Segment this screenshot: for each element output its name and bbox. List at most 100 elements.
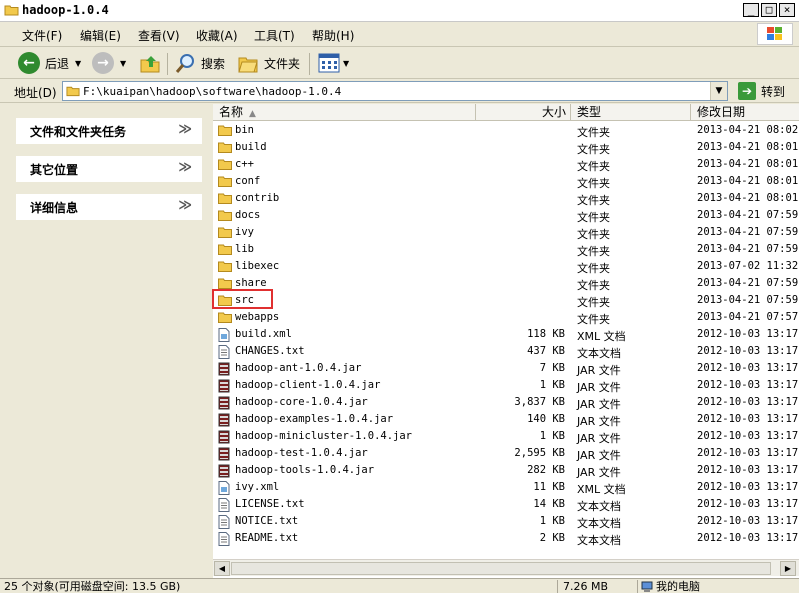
- file-name: conf: [235, 175, 261, 187]
- file-type: 文件夹: [577, 313, 610, 326]
- column-type[interactable]: 类型: [571, 104, 691, 121]
- status-objects: 25 个对象(可用磁盘空间: 13.5 GB): [4, 580, 181, 593]
- file-row[interactable]: hadoop-examples-1.0.4.jar 140 KB JAR 文件 201…: [213, 411, 799, 428]
- file-date: 2013-04-21 08:01: [697, 141, 799, 153]
- menu-favorites[interactable]: 收藏(A): [196, 27, 238, 44]
- status-location: 我的电脑: [641, 580, 700, 593]
- minimize-button[interactable]: _: [743, 3, 759, 17]
- file-row[interactable]: hadoop-client-1.0.4.jar 1 KB JAR 文件 2012-10…: [213, 377, 799, 394]
- column-size[interactable]: 大小: [476, 104, 571, 121]
- folder-row[interactable]: webapps 文件夹 2013-04-21 07:57: [213, 309, 799, 326]
- file-date: 2013-04-21 07:59: [697, 277, 799, 289]
- file-type: XML 文档: [577, 483, 626, 496]
- file-size: 1 KB: [539, 430, 565, 442]
- file-date: 2012-10-03 13:17: [697, 379, 799, 391]
- chevron-down-icon[interactable]: ≫: [178, 160, 192, 175]
- file-size: 282 KB: [527, 464, 565, 476]
- folders-label: 文件夹: [264, 56, 301, 71]
- file-name: ivy: [235, 226, 254, 238]
- up-folder-button[interactable]: [139, 51, 161, 75]
- file-row[interactable]: build.xml 118 KB XML 文档 2012-10-03 13:17: [213, 326, 799, 343]
- folder-row[interactable]: build 文件夹 2013-04-21 08:01: [213, 139, 799, 156]
- folder-row[interactable]: src 文件夹 2013-04-21 07:59: [212, 289, 799, 309]
- folder-icon: [218, 158, 232, 173]
- folder-row[interactable]: lib 文件夹 2013-04-21 07:59: [213, 241, 799, 258]
- scroll-thumb[interactable]: [231, 562, 771, 575]
- menu-edit[interactable]: 编辑(E): [80, 27, 121, 44]
- up-folder-icon: [140, 56, 160, 73]
- folder-row[interactable]: conf 文件夹 2013-04-21 08:01: [213, 173, 799, 190]
- file-row[interactable]: hadoop-tools-1.0.4.jar 282 KB JAR 文件 2012-1…: [213, 462, 799, 479]
- file-name: LICENSE.txt: [235, 498, 305, 510]
- folder-row[interactable]: share 文件夹 2013-04-21 07:59: [213, 275, 799, 292]
- chevron-down-icon[interactable]: ≫: [178, 198, 192, 213]
- column-name[interactable]: 名称 ▲: [213, 104, 476, 121]
- file-row[interactable]: hadoop-test-1.0.4.jar 2,595 KB JAR 文件 2012-…: [213, 445, 799, 462]
- toolbar-separator: [167, 53, 168, 75]
- file-row[interactable]: LICENSE.txt 14 KB 文本文档 2012-10-03 13:17: [213, 496, 799, 513]
- file-type: 文件夹: [577, 228, 610, 241]
- folder-row[interactable]: contrib 文件夹 2013-04-21 08:01: [213, 190, 799, 207]
- menu-file[interactable]: 文件(F): [22, 27, 62, 44]
- folders-button[interactable]: 文件夹: [237, 51, 300, 75]
- file-type: 文件夹: [577, 211, 610, 224]
- folder-row[interactable]: c++ 文件夹 2013-04-21 08:01: [213, 156, 799, 173]
- column-date[interactable]: 修改日期: [691, 104, 799, 121]
- task-title: 文件和文件夹任务: [30, 124, 127, 139]
- folder-row[interactable]: docs 文件夹 2013-04-21 07:59: [213, 207, 799, 224]
- file-row[interactable]: hadoop-core-1.0.4.jar 3,837 KB JAR 文件 2012-…: [213, 394, 799, 411]
- file-name: hadoop-core-1.0.4.jar: [235, 396, 368, 408]
- task-other-places[interactable]: 其它位置 ≫: [16, 156, 202, 182]
- file-row[interactable]: README.txt 2 KB 文本文档 2012-10-03 13:17: [213, 530, 799, 547]
- close-button[interactable]: ×: [779, 3, 795, 17]
- maximize-button[interactable]: □: [761, 3, 777, 17]
- file-size: 14 KB: [533, 498, 565, 510]
- address-dropdown-button[interactable]: ▼: [710, 82, 727, 100]
- task-file-folder-tasks[interactable]: 文件和文件夹任务 ≫: [16, 118, 202, 144]
- file-date: 2013-04-21 08:01: [697, 175, 799, 187]
- file-row[interactable]: ivy.xml 11 KB XML 文档 2012-10-03 13:17: [213, 479, 799, 496]
- go-button[interactable]: ➔ 转到: [738, 81, 785, 101]
- back-button[interactable]: ← 后退 ▼: [18, 51, 81, 75]
- folder-row[interactable]: ivy 文件夹 2013-04-21 07:59: [213, 224, 799, 241]
- file-type: 文本文档: [577, 347, 621, 360]
- views-button[interactable]: ▼: [318, 51, 349, 75]
- address-input[interactable]: F:\kuaipan\hadoop\software\hadoop-1.0.4 …: [62, 81, 728, 101]
- back-arrow-icon: ←: [18, 52, 40, 74]
- file-type: 文件夹: [577, 296, 610, 309]
- file-date: 2012-10-03 13:17: [697, 464, 799, 476]
- file-type: 文本文档: [577, 500, 621, 513]
- file-type: JAR 文件: [577, 466, 621, 479]
- folder-row[interactable]: bin 文件夹 2013-04-21 08:02: [213, 122, 799, 139]
- folder-icon: [218, 311, 232, 326]
- file-size: 1 KB: [539, 515, 565, 527]
- horizontal-scrollbar[interactable]: ◀ ▶: [213, 559, 799, 576]
- status-location-label: 我的电脑: [656, 580, 700, 593]
- menu-view[interactable]: 查看(V): [138, 27, 180, 44]
- search-button[interactable]: 搜索: [175, 51, 225, 75]
- window-controls: _ □ ×: [743, 3, 795, 17]
- task-details[interactable]: 详细信息 ≫: [16, 194, 202, 220]
- file-name: hadoop-examples-1.0.4.jar: [235, 413, 394, 425]
- file-date: 2012-10-03 13:17: [697, 328, 799, 340]
- folder-icon: [218, 209, 232, 224]
- file-type: 文件夹: [577, 177, 610, 190]
- menu-tools[interactable]: 工具(T): [254, 27, 295, 44]
- file-date: 2013-04-21 08:01: [697, 158, 799, 170]
- forward-button[interactable]: → ▼: [92, 51, 126, 75]
- task-pane: 文件和文件夹任务 ≫ 其它位置 ≫ 详细信息 ≫: [0, 104, 213, 578]
- file-name: README.txt: [235, 532, 299, 544]
- file-date: 2013-04-21 07:59: [697, 209, 799, 221]
- menu-help[interactable]: 帮助(H): [312, 27, 354, 44]
- folder-row[interactable]: libexec 文件夹 2013-07-02 11:32: [213, 258, 799, 275]
- file-date: 2013-04-21 07:59: [697, 243, 799, 255]
- scroll-right-button[interactable]: ▶: [780, 561, 796, 576]
- file-row[interactable]: hadoop-ant-1.0.4.jar 7 KB JAR 文件 2012-10-03…: [213, 360, 799, 377]
- file-row[interactable]: NOTICE.txt 1 KB 文本文档 2012-10-03 13:17: [213, 513, 799, 530]
- file-row[interactable]: hadoop-minicluster-1.0.4.jar 1 KB JAR 文件 20…: [213, 428, 799, 445]
- chevron-down-icon[interactable]: ≫: [178, 122, 192, 137]
- scroll-left-button[interactable]: ◀: [214, 561, 230, 576]
- file-date: 2013-04-21 07:57: [697, 311, 799, 323]
- file-row[interactable]: CHANGES.txt 437 KB 文本文档 2012-10-03 13:17: [213, 343, 799, 360]
- file-date: 2012-10-03 13:17: [697, 345, 799, 357]
